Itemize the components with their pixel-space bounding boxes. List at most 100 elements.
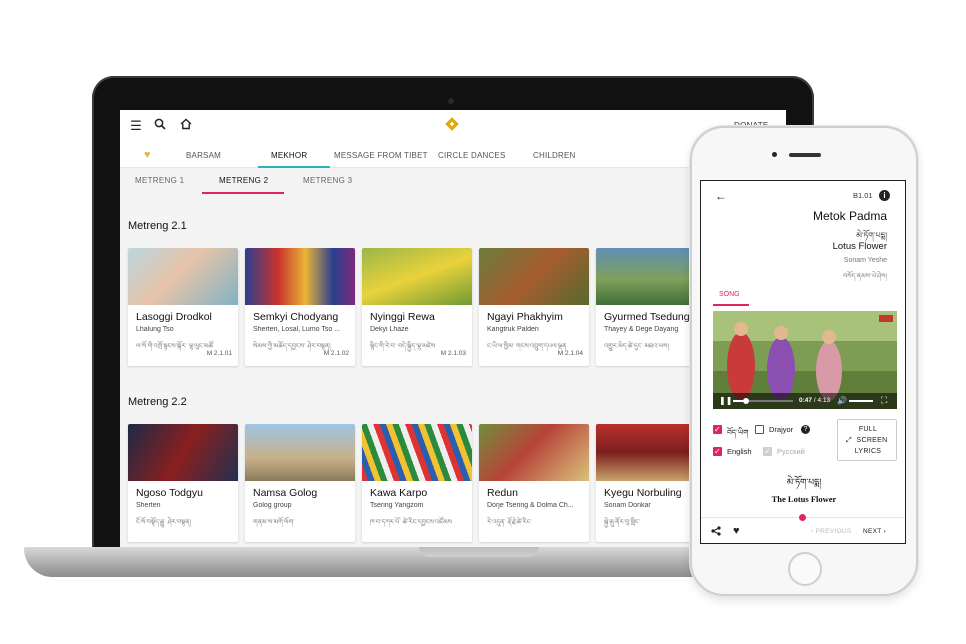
- section-title: Metreng 2.2: [128, 396, 187, 408]
- song-card[interactable]: Kawa Karpo Tsering Yangzom ཁ་བ་དཀར་པོ་ ཚ…: [362, 424, 472, 542]
- song-artist: Lhalung Tso: [136, 326, 174, 333]
- tab-barsam[interactable]: BARSAM: [186, 151, 221, 160]
- sub-tab-bar: METRENG 1 METRENG 2 METRENG 3: [120, 168, 786, 194]
- english-checkbox[interactable]: [713, 447, 722, 456]
- active-tab-indicator: [713, 304, 749, 306]
- song-code: M 2.1.01: [206, 350, 232, 357]
- hamburger-icon[interactable]: ☰: [128, 118, 144, 134]
- song-artist: Golog group: [253, 502, 292, 509]
- song-thumbnail: [362, 424, 472, 481]
- song-card[interactable]: Lasoggi Drodkol Lhalung Tso ལ་སོ་གི་འགྲོ…: [128, 248, 238, 366]
- app-bar: ☰ DONATE: [120, 110, 786, 142]
- song-title: Ngoso Todgyu: [136, 487, 203, 499]
- song-title: Redun: [487, 487, 518, 499]
- laptop-notch: [419, 547, 539, 557]
- fullscreen-icon[interactable]: ⛶: [881, 395, 887, 406]
- song-artist: Dekyi Lhaze: [370, 326, 409, 333]
- favorite-heart-icon[interactable]: ♥: [733, 525, 740, 537]
- song-thumbnail: [479, 248, 589, 305]
- home-icon[interactable]: [178, 118, 194, 134]
- phone-camera: [772, 152, 777, 157]
- endless-knot-icon[interactable]: [442, 116, 462, 136]
- song-artist-tibetan: བསོད་ནམས་ཡེ་ཤེས།: [843, 273, 887, 280]
- song-tibetan: རེ་འདུན་ རྡོ་རྗེ་ཚེ་རིང་: [487, 519, 532, 526]
- song-card[interactable]: Nyinggi Rewa Dekyi Lhaze སྙིང་གི་རེ་བ་ བ…: [362, 248, 472, 366]
- subtab-metreng-3[interactable]: METRENG 3: [303, 176, 352, 185]
- song-card[interactable]: Namsa Golog Golog group གནམ་ས་མགོ་ལོག་: [245, 424, 355, 542]
- help-icon[interactable]: ?: [801, 425, 810, 434]
- volume-icon[interactable]: 🔊: [837, 396, 847, 405]
- back-arrow-icon[interactable]: ←: [715, 189, 727, 203]
- lyric-english: The Lotus Flower: [771, 494, 837, 504]
- seek-handle[interactable]: [743, 398, 749, 404]
- tab-circle-dances[interactable]: CIRCLE DANCES: [438, 151, 506, 160]
- song-title: Lasoggi Drodkol: [136, 311, 212, 323]
- tab-song[interactable]: SONG: [719, 291, 740, 298]
- song-tibetan: འགྱུར་མེད་ཚེ་དུང་ མཐའ་ཡས།: [604, 343, 669, 350]
- home-button[interactable]: [788, 552, 822, 586]
- song-code: B1.01: [853, 191, 873, 200]
- song-code: M 2.1.04: [557, 350, 583, 357]
- next-button[interactable]: NEXT ›: [863, 528, 886, 535]
- russian-label: Русский: [777, 447, 805, 456]
- song-tibetan: ངོ་སོ་བསྟོད་རྒྱུ་ ཤེར་བསྟན།: [136, 519, 191, 526]
- lotus-marker-icon: [799, 514, 806, 521]
- song-code: M 2.1.03: [440, 350, 466, 357]
- russian-checkbox: [763, 447, 772, 456]
- phone-speaker: [789, 153, 821, 157]
- song-artist: Kangtruk Palden: [487, 326, 539, 333]
- song-card[interactable]: Ngayi Phakhyim Kangtruk Palden ང་ཡི་ཕ་ཁྱ…: [479, 248, 589, 366]
- share-icon[interactable]: [711, 526, 721, 539]
- song-title: Semkyi Chodyang: [253, 311, 339, 323]
- song-title: Ngayi Phakhyim: [487, 311, 563, 323]
- drajyor-checkbox[interactable]: [755, 425, 764, 434]
- english-label: English: [727, 447, 752, 456]
- song-english-title: Lotus Flower: [832, 241, 887, 252]
- subtab-metreng-2[interactable]: METRENG 2: [219, 176, 268, 185]
- song-thumbnail: [362, 248, 472, 305]
- song-card[interactable]: Semkyi Chodyang Sherten, Losal, Lumo Tso…: [245, 248, 355, 366]
- song-tibetan: གནམ་ས་མགོ་ལོག་: [253, 519, 295, 526]
- full-screen-lyrics-button[interactable]: FULL ⤢ SCREEN LYRICS: [837, 419, 897, 461]
- song-artist: Sonam Yeshe: [843, 257, 887, 264]
- tab-message-from-tibet[interactable]: MESSAGE FROM TIBET: [334, 151, 428, 160]
- info-icon[interactable]: i: [879, 190, 890, 201]
- bottom-bar: ♥ ‹ PREVIOUS NEXT ›: [701, 514, 905, 543]
- song-title: Metok Padma: [812, 209, 887, 223]
- video-time: 0:47 / 4:13: [799, 397, 831, 404]
- web-app-screen: ☰ DONATE ♥ BARSAM MEKHOR MESSAGE FROM TI…: [120, 110, 786, 550]
- song-tibetan: ཁ་བ་དཀར་པོ་ ཚེ་རིང་དབྱངས་འཛོམས: [370, 519, 452, 526]
- song-title: Nyinggi Rewa: [370, 311, 435, 323]
- full-screen-line3: LYRICS: [854, 448, 882, 455]
- active-subtab-indicator: [202, 192, 284, 194]
- full-screen-line1: FULL: [858, 426, 878, 433]
- song-card[interactable]: Redun Dorje Tsering & Dolma Ch... རེ་འདུ…: [479, 424, 589, 542]
- song-thumbnail: [128, 248, 238, 305]
- seek-bar[interactable]: [733, 400, 793, 402]
- tab-children[interactable]: CHILDREN: [533, 151, 576, 160]
- main-tab-bar: ♥ BARSAM MEKHOR MESSAGE FROM TIBET CIRCL…: [120, 142, 786, 168]
- mobile-app-screen: ← B1.01 i Metok Padma མེ་ཏོག་པདྨ། Lotus …: [700, 180, 906, 544]
- section-title: Metreng 2.1: [128, 220, 187, 232]
- song-thumbnail: [479, 424, 589, 481]
- video-player[interactable]: ❚❚ 0:47 / 4:13 🔊 ⛶: [713, 311, 897, 409]
- volume-slider[interactable]: [849, 400, 873, 402]
- song-artist: Sherten: [136, 502, 161, 509]
- video-controls: ❚❚ 0:47 / 4:13 🔊 ⛶: [713, 393, 897, 409]
- song-card[interactable]: Ngoso Todgyu Sherten ངོ་སོ་བསྟོད་རྒྱུ་ ཤ…: [128, 424, 238, 542]
- song-artist: Thayey & Dege Dayang: [604, 326, 679, 333]
- song-artist: Sherten, Losal, Lumo Tso ...: [253, 326, 341, 333]
- drajyor-label: Drajyor: [769, 425, 794, 434]
- search-icon[interactable]: [152, 118, 168, 134]
- pause-icon[interactable]: ❚❚: [719, 396, 732, 405]
- tab-mekhor[interactable]: MEKHOR: [271, 151, 307, 160]
- song-title: Gyurmed Tsedung: [604, 311, 690, 323]
- favorites-heart-icon[interactable]: ♥: [144, 149, 151, 161]
- song-thumbnail: [128, 424, 238, 481]
- song-tibetan: སྐྱེ་རྒུ་ནོར་བུ་གླིང་: [604, 519, 641, 526]
- previous-button[interactable]: ‹ PREVIOUS: [811, 528, 852, 535]
- laptop-camera: [448, 98, 454, 104]
- subtab-metreng-1[interactable]: METRENG 1: [135, 176, 184, 185]
- song-title: Kawa Karpo: [370, 487, 428, 499]
- tibetan-checkbox[interactable]: [713, 425, 722, 434]
